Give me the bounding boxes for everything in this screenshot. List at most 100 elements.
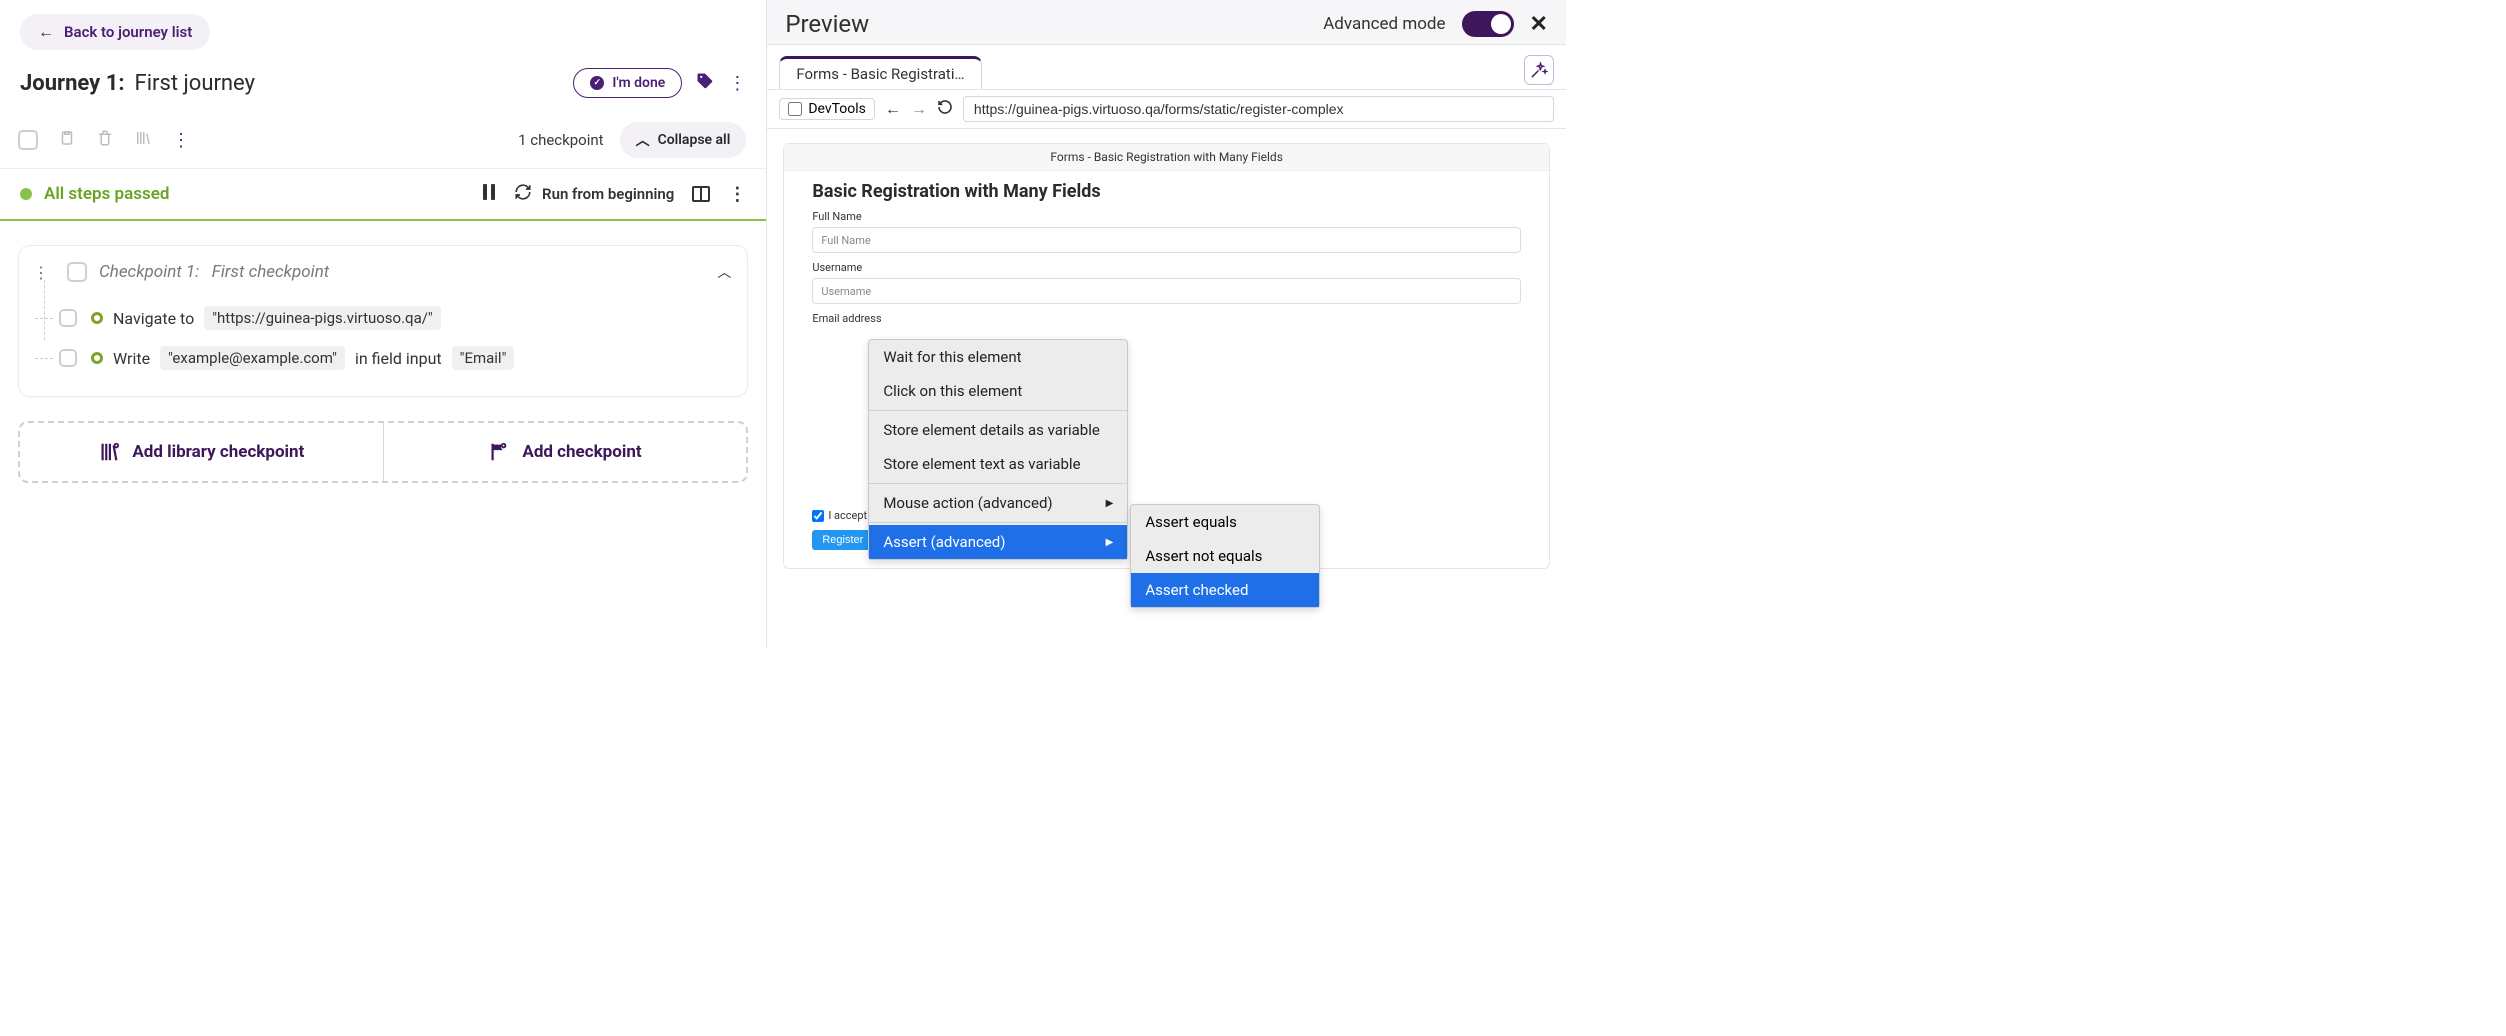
steps-list: Navigate to "https://guinea-pigs.virtuos…	[33, 298, 731, 378]
add-library-checkpoint-button[interactable]: Add library checkpoint	[20, 423, 383, 481]
ctx-assert-label: Assert (advanced)	[883, 533, 1005, 551]
ctx-click-item[interactable]: Click on this element	[869, 374, 1127, 408]
toolbar-left: ⋮	[18, 129, 190, 151]
ctx-separator	[869, 483, 1127, 484]
step-checkbox[interactable]	[59, 309, 77, 327]
back-label: Back to journey list	[64, 23, 192, 41]
step-verb: Navigate to	[113, 309, 194, 328]
toolbar-right: 1 checkpoint ︿ Collapse all	[518, 122, 746, 158]
nav-back-icon[interactable]: ←	[885, 99, 901, 119]
select-all-checkbox[interactable]	[18, 130, 38, 150]
assert-submenu[interactable]: Assert equals Assert not equals Assert c…	[1130, 504, 1320, 608]
submenu-assert-equals[interactable]: Assert equals	[1131, 505, 1319, 539]
checkpoint-prefix: Checkpoint 1:	[99, 262, 199, 282]
url-bar: DevTools ← →	[767, 90, 1566, 129]
url-input[interactable]	[963, 96, 1554, 122]
back-button[interactable]: ← Back to journey list	[20, 14, 210, 50]
devtools-label: DevTools	[808, 101, 866, 117]
step-row[interactable]: Navigate to "https://guinea-pigs.virtuos…	[65, 298, 731, 338]
journey-menu-icon[interactable]: ⋮	[728, 73, 746, 94]
done-label: I'm done	[612, 75, 665, 91]
chevron-up-icon: ︿	[636, 130, 650, 150]
journey-header: Journey 1: First journey ✓ I'm done ⋮	[0, 50, 766, 112]
preview-title: Preview	[785, 10, 869, 38]
checkpoint-menu-icon[interactable]: ⋮	[33, 263, 49, 282]
refresh-icon	[514, 183, 532, 205]
ctx-mouse-item[interactable]: Mouse action (advanced) ▶	[869, 486, 1127, 520]
step-value-2: "Email"	[452, 346, 515, 370]
assert-checked-label: Assert checked	[1145, 581, 1248, 599]
toolbar-menu-icon[interactable]: ⋮	[172, 130, 190, 151]
editor-pane: ← Back to journey list Journey 1: First …	[0, 0, 767, 648]
advanced-mode-toggle[interactable]	[1462, 11, 1514, 37]
clipboard-icon[interactable]	[58, 129, 76, 151]
status-left: All steps passed	[20, 184, 169, 204]
nav-arrows: ← →	[885, 99, 927, 119]
fullname-input[interactable]: Full Name	[812, 227, 1521, 253]
tag-icon[interactable]	[696, 72, 714, 95]
register-button[interactable]: Register	[812, 530, 873, 550]
browser-tab[interactable]: Forms - Basic Registrati…	[779, 56, 981, 89]
step-verb: Write	[113, 349, 150, 368]
run-label: Run from beginning	[542, 185, 674, 203]
devtools-toggle[interactable]: DevTools	[779, 98, 875, 120]
status-text: All steps passed	[44, 184, 169, 204]
pause-icon[interactable]	[482, 184, 496, 204]
step-value: "example@example.com"	[160, 346, 345, 370]
run-from-beginning-button[interactable]: Run from beginning	[514, 183, 674, 205]
step-status-icon	[91, 312, 103, 324]
field-email: Email address	[812, 312, 1521, 329]
checkpoint-count: 1 checkpoint	[518, 131, 604, 149]
ctx-store-details-label: Store element details as variable	[883, 421, 1100, 439]
trash-icon[interactable]	[96, 129, 114, 151]
ctx-wait-item[interactable]: Wait for this element	[869, 340, 1127, 374]
step-row[interactable]: Write "example@example.com" in field inp…	[65, 338, 731, 378]
ctx-store-details-item[interactable]: Store element details as variable	[869, 413, 1127, 447]
ctx-assert-item[interactable]: Assert (advanced) ▶	[869, 525, 1127, 559]
checkpoint-card: ⋮ Checkpoint 1: First checkpoint ︿ Navig…	[18, 245, 748, 397]
collapse-all-label: Collapse all	[658, 132, 731, 148]
magic-wand-icon[interactable]	[1524, 55, 1554, 85]
status-menu-icon[interactable]: ⋮	[728, 184, 746, 205]
chevron-right-icon: ▶	[1106, 537, 1114, 548]
ctx-wait-label: Wait for this element	[883, 348, 1021, 366]
journey-actions: ✓ I'm done ⋮	[573, 68, 746, 98]
chevron-up-icon[interactable]: ︿	[717, 262, 731, 282]
panel-layout-icon[interactable]	[692, 186, 710, 202]
field-fullname: Full Name Full Name	[812, 210, 1521, 253]
devtools-checkbox[interactable]	[788, 102, 802, 116]
advanced-mode-label: Advanced mode	[1323, 14, 1445, 34]
preview-header-right: Advanced mode ✕	[1323, 11, 1548, 37]
collapse-all-button[interactable]: ︿ Collapse all	[620, 122, 747, 158]
toolbar: ⋮ 1 checkpoint ︿ Collapse all	[0, 112, 766, 169]
embedded-browser: Forms - Basic Registrati… DevTools ← →	[767, 44, 1566, 648]
submenu-assert-checked[interactable]: Assert checked	[1131, 573, 1319, 607]
journey-prefix: Journey 1:	[20, 71, 125, 96]
close-icon[interactable]: ✕	[1530, 12, 1548, 37]
status-dot-icon	[20, 188, 32, 200]
arrow-left-icon: ←	[38, 22, 54, 42]
username-label: Username	[812, 261, 1521, 274]
ctx-store-text-item[interactable]: Store element text as variable	[869, 447, 1127, 481]
terms-checkbox[interactable]	[812, 510, 824, 522]
nav-forward-icon[interactable]: →	[911, 99, 927, 119]
library-icon[interactable]	[134, 129, 152, 151]
assert-equals-label: Assert equals	[1145, 513, 1237, 531]
step-checkbox[interactable]	[59, 349, 77, 367]
reload-icon[interactable]	[937, 99, 953, 119]
page-card: Forms - Basic Registration with Many Fie…	[783, 143, 1550, 569]
step-value: "https://guinea-pigs.virtuoso.qa/"	[204, 306, 441, 330]
add-actions-row: Add library checkpoint Add checkpoint	[18, 421, 748, 483]
checkpoint-checkbox[interactable]	[67, 262, 87, 282]
tab-bar: Forms - Basic Registrati…	[767, 45, 1566, 90]
username-input[interactable]: Username	[812, 278, 1521, 304]
fullname-placeholder: Full Name	[821, 234, 870, 247]
done-button[interactable]: ✓ I'm done	[573, 68, 682, 98]
checkpoint-title: Checkpoint 1: First checkpoint	[99, 262, 329, 282]
submenu-assert-not-equals[interactable]: Assert not equals	[1131, 539, 1319, 573]
field-username: Username Username	[812, 261, 1521, 304]
status-bar: All steps passed Run from beginning ⋮	[0, 169, 766, 221]
context-menu[interactable]: Wait for this element Click on this elem…	[868, 339, 1128, 560]
journey-title: Journey 1: First journey	[20, 71, 255, 96]
add-checkpoint-button[interactable]: Add checkpoint	[383, 423, 747, 481]
